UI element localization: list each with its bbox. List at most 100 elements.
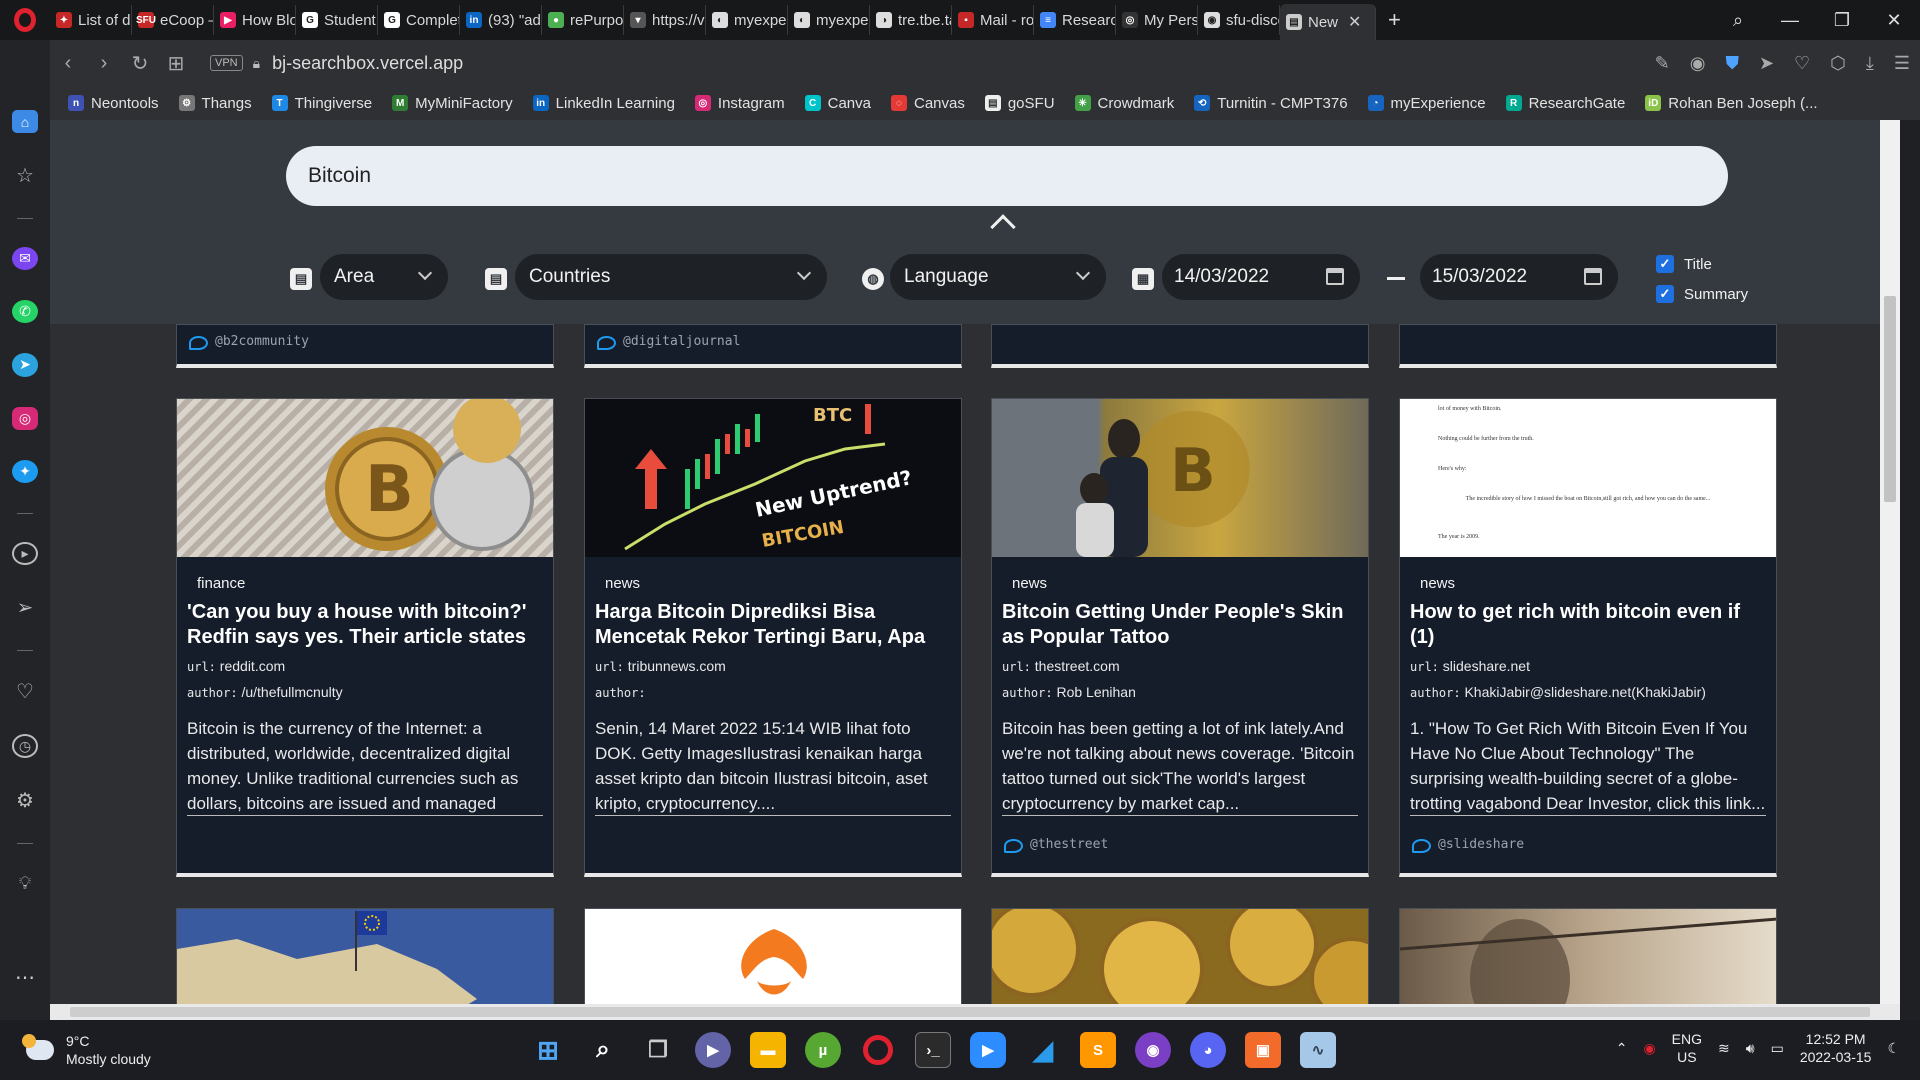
bookmark-item[interactable]: ⟲ Turnitin - CMPT376 xyxy=(1194,95,1348,112)
camera-icon[interactable]: ◉ xyxy=(1690,53,1706,74)
result-card[interactable]: @digitaljournal xyxy=(584,324,962,368)
heart-icon[interactable]: ♡ xyxy=(1794,53,1810,74)
calendar-picker-icon[interactable] xyxy=(1326,268,1344,285)
sublime-icon[interactable]: S xyxy=(1080,1032,1116,1068)
browser-tab[interactable]: ◎ My Perso xyxy=(1116,5,1198,35)
language-indicator[interactable]: ENG US xyxy=(1672,1030,1702,1066)
browser-tab[interactable]: G Student xyxy=(296,5,378,35)
cube-icon[interactable]: ⬡ xyxy=(1830,53,1846,74)
office-app-icon[interactable]: ▣ xyxy=(1245,1032,1281,1068)
bookmark-item[interactable]: ◎ Instagram xyxy=(694,95,785,112)
lock-icon[interactable]: 🔒︎ xyxy=(253,55,260,72)
bookmark-item[interactable]: ◔ myExperience xyxy=(1367,95,1486,112)
vpn-badge[interactable]: VPN xyxy=(210,55,243,71)
shield-icon[interactable]: ⛊ xyxy=(1725,53,1739,74)
reload-button[interactable]: ↻ xyxy=(122,51,158,76)
date-to-input[interactable]: 15/03/2022 xyxy=(1420,254,1618,300)
calendar-picker-icon[interactable] xyxy=(1584,268,1602,285)
opera-gx-tray-icon[interactable]: ◉ xyxy=(1643,1040,1655,1057)
lightbulb-icon[interactable]: 💡︎ xyxy=(12,872,38,895)
edit-icon[interactable]: ✎ xyxy=(1655,53,1670,74)
zoom-icon[interactable]: ▶ xyxy=(970,1032,1006,1068)
bookmarks-heart-icon[interactable]: ♡ xyxy=(12,679,38,704)
twitter-handle[interactable]: @thestreet xyxy=(1002,834,1358,854)
browser-tab[interactable]: SFU eCoop – xyxy=(132,5,214,35)
flow-icon[interactable]: ➢ xyxy=(12,595,38,620)
collapse-filters-icon[interactable] xyxy=(990,214,1016,240)
opera-taskbar-icon[interactable] xyxy=(863,1035,893,1065)
browser-tab[interactable]: ▤ New ✕ xyxy=(1280,4,1376,40)
close-tab-icon[interactable]: ✕ xyxy=(1348,12,1361,32)
title-checkbox[interactable]: ✓ Title xyxy=(1656,255,1712,273)
home-icon[interactable]: ⌂ xyxy=(12,110,38,134)
browser-tab[interactable]: ◐ myexper xyxy=(788,5,870,35)
twitter-handle[interactable]: @b2community xyxy=(187,331,543,351)
telegram-icon[interactable]: ➤ xyxy=(12,353,38,377)
card-url-value[interactable]: tribunnews.com xyxy=(628,658,726,674)
language-dropdown[interactable]: Language xyxy=(890,254,1106,300)
browser-tab[interactable]: ▪ Mail - ro xyxy=(952,5,1034,35)
bookmark-item[interactable]: T Thingiverse xyxy=(271,95,372,112)
minimize-button[interactable]: — xyxy=(1764,10,1816,31)
result-card[interactable] xyxy=(1399,324,1777,368)
page-vertical-scrollbar[interactable] xyxy=(1880,120,1900,1020)
messenger-icon[interactable]: ✉ xyxy=(12,247,38,271)
restore-button[interactable]: ❐ xyxy=(1816,10,1868,31)
new-tab-button[interactable]: + xyxy=(1388,7,1401,33)
countries-dropdown[interactable]: Countries xyxy=(515,254,827,300)
summary-checkbox[interactable]: ✓ Summary xyxy=(1656,285,1748,303)
file-explorer-icon[interactable]: ▬ xyxy=(750,1032,786,1068)
area-dropdown[interactable]: Area xyxy=(320,254,448,300)
browser-tab[interactable]: ≡ Research xyxy=(1034,5,1116,35)
download-icon[interactable]: ⤓ xyxy=(1866,53,1874,74)
task-view-icon[interactable]: ❐ xyxy=(640,1032,676,1068)
tray-overflow-icon[interactable]: ⌃ xyxy=(1616,1040,1628,1057)
browser-tab[interactable]: ◉ sfu-disco xyxy=(1198,5,1280,35)
notification-moon-icon[interactable]: ☾ xyxy=(1887,1040,1900,1057)
url-field[interactable]: bj-searchbox.vercel.app xyxy=(272,53,463,74)
card-title[interactable]: 'Can you buy a house with bitcoin?' Redf… xyxy=(187,600,543,650)
card-title[interactable]: Harga Bitcoin Diprediksi Bisa Mencetak R… xyxy=(595,600,951,650)
card-title[interactable]: Bitcoin Getting Under People's Skin as P… xyxy=(1002,600,1358,650)
opera-menu-button[interactable] xyxy=(0,0,50,40)
utorrent-icon[interactable]: µ xyxy=(805,1032,841,1068)
discord-icon[interactable]: ◕ xyxy=(1190,1032,1226,1068)
forward-button[interactable]: › xyxy=(86,52,122,75)
whatsapp-icon[interactable]: ✆ xyxy=(12,300,38,324)
card-url-value[interactable]: slideshare.net xyxy=(1443,658,1530,674)
close-window-button[interactable]: ✕ xyxy=(1868,10,1920,31)
bookmark-item[interactable]: in LinkedIn Learning xyxy=(532,95,675,112)
instagram-icon[interactable]: ◎ xyxy=(12,406,38,430)
scrollbar-thumb[interactable] xyxy=(70,1007,1870,1017)
bookmark-item[interactable]: ▤ goSFU xyxy=(984,95,1055,112)
scrollbar-thumb[interactable] xyxy=(1884,296,1896,502)
settings-icon[interactable]: ⚙ xyxy=(12,788,38,813)
easy-setup-icon[interactable]: ☰ xyxy=(1894,53,1910,74)
terminal-icon[interactable]: ›_ xyxy=(915,1032,951,1068)
card-url-value[interactable]: reddit.com xyxy=(220,658,285,674)
twitter-icon[interactable]: ✦ xyxy=(12,459,38,483)
card-title[interactable]: How to get rich with bitcoin even if (1) xyxy=(1410,600,1766,650)
bookmark-item[interactable]: iD Rohan Ben Joseph (... xyxy=(1645,95,1818,112)
battery-icon[interactable]: ▭ xyxy=(1771,1040,1784,1057)
tab-search-icon[interactable]: ⌕ xyxy=(1712,10,1764,31)
checkmark-icon[interactable]: ✓ xyxy=(1656,285,1674,303)
result-card[interactable]: lot of money with Bitcoin. Nothing could… xyxy=(1399,398,1777,877)
resource-monitor-icon[interactable]: ∿ xyxy=(1300,1032,1336,1068)
send-icon[interactable]: ➤ xyxy=(1759,53,1774,74)
browser-tab[interactable]: G Complet xyxy=(378,5,460,35)
history-icon[interactable]: ◷ xyxy=(12,734,38,758)
teams-chat-icon[interactable]: ▶ xyxy=(695,1032,731,1068)
windows-start-icon[interactable]: ⊞ xyxy=(530,1032,566,1068)
browser-tab[interactable]: ✦ List of d xyxy=(50,5,132,35)
bookmark-item[interactable]: M MyMiniFactory xyxy=(392,95,513,112)
github-desktop-icon[interactable]: ◉ xyxy=(1135,1032,1171,1068)
back-button[interactable]: ‹ xyxy=(50,52,86,75)
result-card[interactable]: B finance 'Can you buy a house with bitc… xyxy=(176,398,554,877)
more-icon[interactable]: ⋯ xyxy=(12,965,38,990)
wifi-icon[interactable]: ≋ xyxy=(1718,1040,1730,1057)
result-card[interactable]: @b2community xyxy=(176,324,554,368)
tab-grid-icon[interactable]: ⊞ xyxy=(158,51,194,76)
search-icon[interactable]: ⌕ xyxy=(585,1032,621,1068)
twitter-handle[interactable]: @digitaljournal xyxy=(595,331,951,351)
